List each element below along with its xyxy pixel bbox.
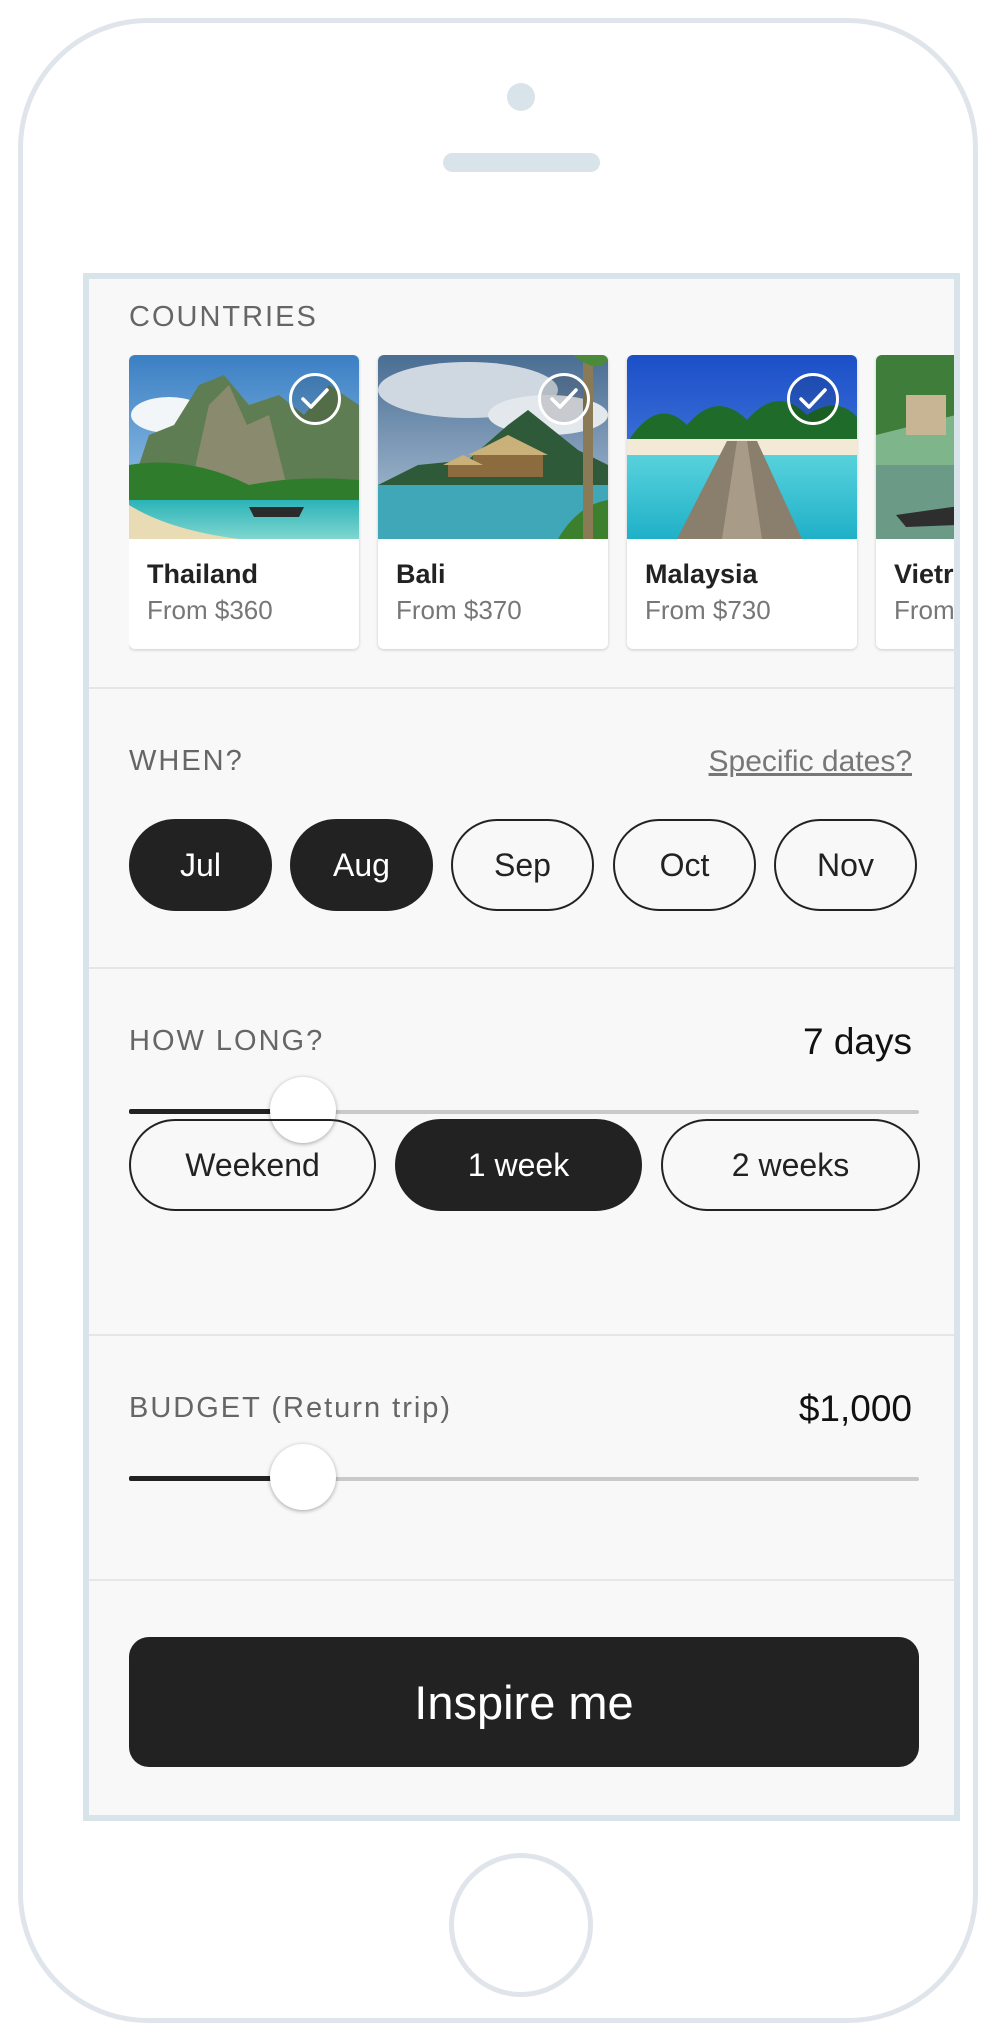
budget-value: $1,000 bbox=[798, 1388, 912, 1429]
country-name: Vietr bbox=[894, 559, 954, 589]
how-long-title: HOW LONG? bbox=[129, 1025, 325, 1057]
country-price: From $360 bbox=[147, 595, 273, 625]
month-pill-aug[interactable]: Aug bbox=[290, 819, 433, 911]
duration-value: 7 days bbox=[802, 1021, 912, 1062]
country-name: Malaysia bbox=[645, 559, 758, 589]
month-pill-oct[interactable]: Oct bbox=[613, 819, 756, 911]
home-button[interactable] bbox=[449, 1853, 593, 1997]
month-pill-sep[interactable]: Sep bbox=[451, 819, 594, 911]
selected-check-icon[interactable] bbox=[787, 373, 839, 425]
phone-frame: COUNTRIES Thailand From $360 Bali From $… bbox=[18, 18, 978, 2023]
screen: COUNTRIES Thailand From $360 Bali From $… bbox=[83, 273, 960, 1821]
country-price: From $730 bbox=[645, 595, 771, 625]
vietnam-image bbox=[876, 355, 954, 539]
budget-title: BUDGET (Return trip) bbox=[129, 1392, 453, 1424]
how-long-section: HOW LONG? 7 days Weekend 1 week 2 weeks bbox=[89, 969, 954, 1336]
when-section: WHEN? Specific dates? Jul Aug Sep Oct No… bbox=[89, 689, 954, 969]
budget-section: BUDGET (Return trip) $1,000 bbox=[89, 1336, 954, 1581]
duration-pill-1-week[interactable]: 1 week bbox=[395, 1119, 642, 1211]
country-card-malaysia[interactable]: Malaysia From $730 bbox=[627, 355, 857, 649]
selected-check-icon[interactable] bbox=[289, 373, 341, 425]
camera-icon bbox=[507, 83, 535, 111]
countries-section: COUNTRIES Thailand From $360 Bali From $… bbox=[89, 279, 954, 689]
month-pill-jul[interactable]: Jul bbox=[129, 819, 272, 911]
when-title: WHEN? bbox=[129, 745, 244, 777]
specific-dates-link[interactable]: Specific dates? bbox=[709, 745, 912, 779]
inspire-me-button[interactable]: Inspire me bbox=[129, 1637, 919, 1767]
budget-slider[interactable] bbox=[129, 1444, 919, 1514]
country-card-bali[interactable]: Bali From $370 bbox=[378, 355, 608, 649]
countries-title: COUNTRIES bbox=[129, 301, 318, 333]
speaker-grille bbox=[443, 153, 600, 172]
cta-section: Inspire me bbox=[89, 1581, 954, 1815]
duration-pill-2-weeks[interactable]: 2 weeks bbox=[661, 1119, 920, 1211]
country-name: Thailand bbox=[147, 559, 259, 589]
country-name: Bali bbox=[396, 559, 446, 589]
slider-thumb[interactable] bbox=[269, 1444, 336, 1510]
country-card-vietnam[interactable]: Vietr From bbox=[876, 355, 954, 649]
country-price: From bbox=[894, 595, 954, 625]
duration-pill-weekend[interactable]: Weekend bbox=[129, 1119, 376, 1211]
country-carousel[interactable]: Thailand From $360 Bali From $370 Malays… bbox=[129, 355, 954, 675]
country-price: From $370 bbox=[396, 595, 522, 625]
country-card-thailand[interactable]: Thailand From $360 bbox=[129, 355, 359, 649]
selected-check-icon[interactable] bbox=[538, 373, 590, 425]
month-pill-nov[interactable]: Nov bbox=[774, 819, 917, 911]
